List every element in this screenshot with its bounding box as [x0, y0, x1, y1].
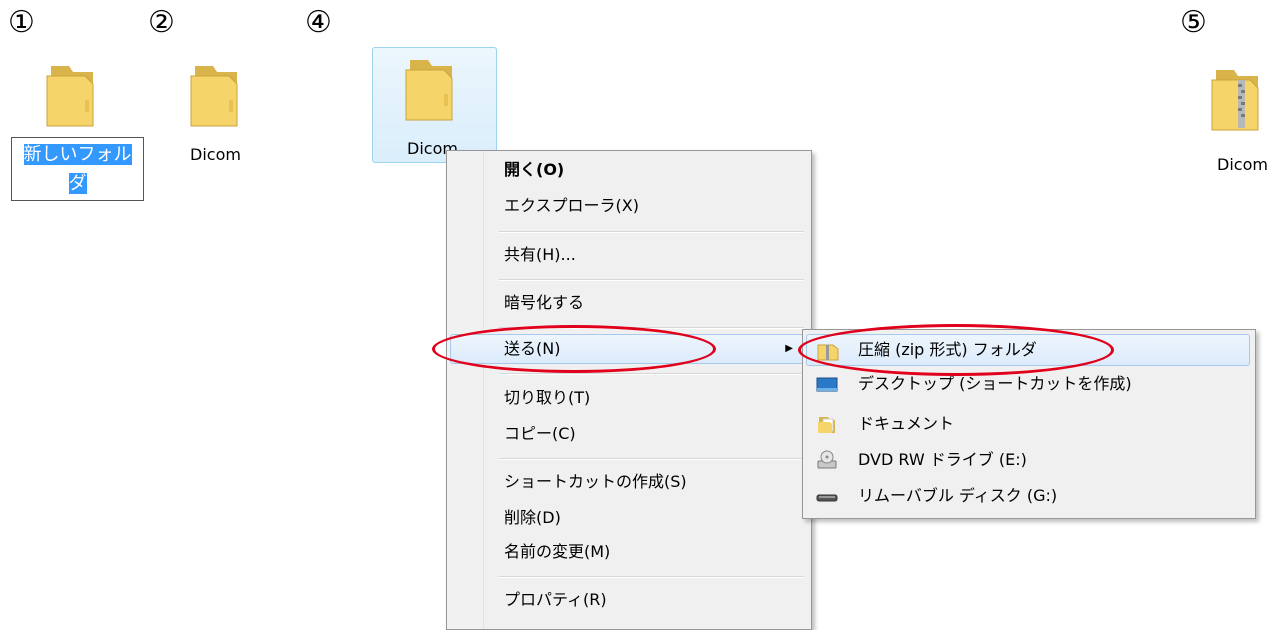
zip-folder-icon: [817, 341, 839, 361]
menu-item-rename[interactable]: 名前の変更(M): [450, 537, 806, 567]
new-folder-icon[interactable]: [43, 62, 101, 128]
menu-item-cut[interactable]: 切り取り(T): [450, 383, 806, 413]
send-to-dvd-label: DVD RW ドライブ (E:): [858, 450, 1027, 469]
send-to-desktop[interactable]: デスクトップ (ショートカットを作成): [806, 368, 1250, 400]
folder-label: Dicom: [190, 145, 241, 164]
menu-item-open[interactable]: 開く(O): [450, 155, 806, 185]
step-2-label: ②: [148, 5, 175, 40]
menu-separator: [499, 279, 804, 281]
submenu-arrow-icon: ▶: [785, 343, 793, 354]
dicom-folder-icon[interactable]: [402, 56, 460, 122]
rename-input[interactable]: 新しいフォル ダ: [11, 137, 144, 201]
send-to-dvd-drive[interactable]: DVD RW ドライブ (E:): [806, 444, 1250, 476]
menu-separator: [499, 373, 804, 375]
menu-item-explorer[interactable]: エクスプローラ(X): [450, 191, 806, 221]
send-to-removable-disk[interactable]: リムーバブル ディスク (G:): [806, 480, 1250, 512]
menu-separator: [499, 231, 804, 233]
context-menu: 開く(O) エクスプローラ(X) 共有(H)... 暗号化する 送る(N) ▶ …: [446, 150, 812, 630]
menu-item-send-to-label: 送る(N): [504, 339, 561, 358]
desktop-icon: [816, 374, 838, 394]
step-1-label: ①: [8, 5, 35, 40]
dicom-folder-icon[interactable]: [187, 62, 245, 128]
menu-separator: [499, 327, 804, 329]
step-4-label: ④: [305, 5, 332, 40]
send-to-documents-label: ドキュメント: [858, 414, 955, 433]
menu-item-share[interactable]: 共有(H)...: [450, 240, 806, 270]
step-5-label: ⑤: [1180, 5, 1207, 40]
menu-separator: [499, 576, 804, 578]
folder-label: Dicom: [1217, 155, 1268, 174]
zip-folder-icon[interactable]: [1208, 66, 1266, 132]
menu-item-properties[interactable]: プロパティ(R): [450, 585, 806, 615]
removable-disk-icon: [816, 486, 838, 506]
menu-item-copy[interactable]: コピー(C): [450, 419, 806, 449]
send-to-documents[interactable]: ドキュメント: [806, 408, 1250, 440]
menu-item-create-shortcut[interactable]: ショートカットの作成(S): [450, 467, 806, 497]
rename-text-line2: ダ: [68, 173, 87, 194]
send-to-removable-label: リムーバブル ディスク (G:): [858, 486, 1058, 505]
documents-folder-icon: [816, 414, 838, 434]
send-to-submenu: 圧縮 (zip 形式) フォルダ デスクトップ (ショートカットを作成) ドキュ…: [802, 329, 1256, 519]
menu-item-send-to[interactable]: 送る(N) ▶: [450, 334, 806, 364]
rename-text-line1: 新しいフォル: [23, 144, 132, 165]
menu-separator: [499, 458, 804, 460]
dvd-drive-icon: [816, 450, 838, 470]
send-to-zip-label: 圧縮 (zip 形式) フォルダ: [858, 340, 1037, 359]
menu-item-encrypt[interactable]: 暗号化する: [450, 288, 806, 318]
send-to-desktop-label: デスクトップ (ショートカットを作成): [858, 374, 1132, 393]
send-to-zip-folder[interactable]: 圧縮 (zip 形式) フォルダ: [806, 334, 1250, 366]
menu-item-delete[interactable]: 削除(D): [450, 503, 806, 533]
